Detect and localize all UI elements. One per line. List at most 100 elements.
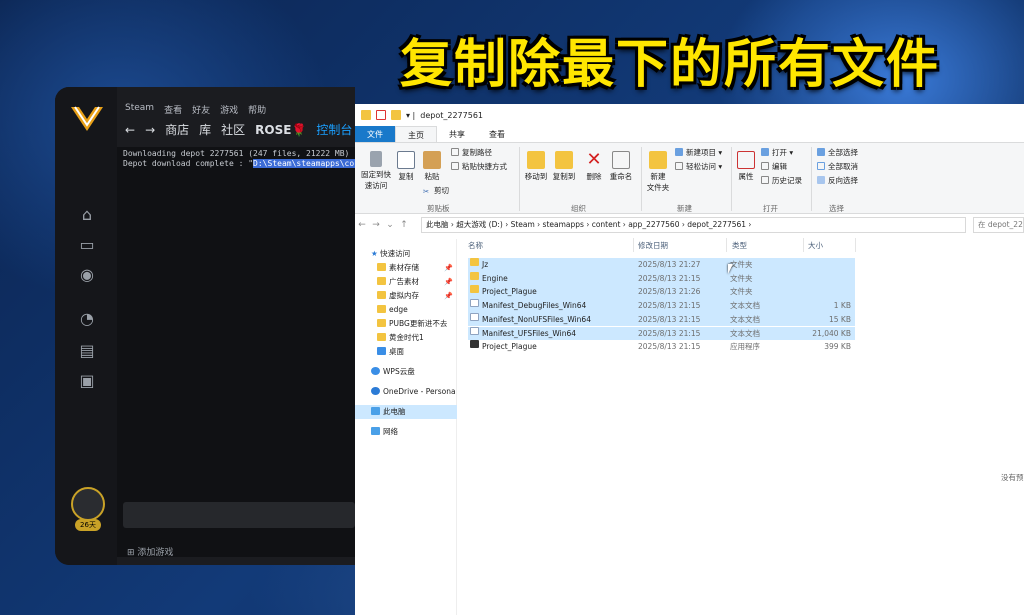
tab-view[interactable]: 查看	[477, 126, 517, 142]
folder-icon	[470, 285, 479, 294]
column-date[interactable]: 修改日期	[638, 240, 668, 251]
file-row[interactable]: Project_Plague 2025/8/13 21:26 文件夹	[468, 285, 855, 299]
column-divider[interactable]	[855, 238, 856, 252]
nav-item-network[interactable]: 网络	[355, 425, 457, 439]
forward-arrow-icon[interactable]: →	[145, 123, 155, 137]
folder-icon	[377, 291, 386, 299]
nav-item-desktop[interactable]: 桌面	[355, 345, 457, 359]
folder-icon[interactable]: ▤	[77, 341, 97, 361]
cut-button[interactable]: ✂ 剪切	[423, 185, 449, 196]
nav-item[interactable]: PUBG更新进不去	[355, 317, 457, 331]
menu-view[interactable]: 查看	[164, 103, 182, 116]
file-name: Manifest_NonUFSFiles_Win64	[482, 314, 591, 324]
console-line: Depot download complete : "D:\Steam\stea…	[123, 159, 364, 168]
invert-selection-button[interactable]: 反向选择	[817, 175, 858, 186]
forward-arrow-icon[interactable]: →	[369, 220, 383, 230]
column-type[interactable]: 类型	[732, 240, 747, 251]
nav-store[interactable]: 商店	[165, 121, 189, 138]
column-size[interactable]: 大小	[808, 240, 823, 251]
nav-item[interactable]: 虚拟内存 📌	[355, 289, 457, 303]
back-arrow-icon[interactable]: ←	[125, 123, 135, 137]
file-row[interactable]: Project_Plague 2025/8/13 21:15 应用程序 399 KB	[468, 340, 855, 354]
column-divider[interactable]	[633, 238, 634, 252]
tab-home[interactable]: 主页	[395, 126, 437, 142]
move-to-button[interactable]: 移动到	[523, 151, 549, 182]
star-icon: ★	[371, 249, 381, 258]
column-name[interactable]: 名称	[468, 240, 483, 251]
paste-button[interactable]: 粘贴	[421, 151, 443, 182]
copy-to-button[interactable]: 复制到	[551, 151, 577, 182]
rename-button[interactable]: 重命名	[607, 151, 635, 182]
application-icon	[470, 340, 479, 349]
file-name: Project_Plague	[482, 342, 537, 352]
gamepad-icon[interactable]: ◉	[77, 265, 97, 285]
new-folder-button[interactable]: 新建 文件夹	[645, 151, 671, 193]
speedometer-icon[interactable]: ◔	[77, 309, 97, 329]
new-item-button[interactable]: 新建项目 ▾	[675, 147, 722, 158]
nav-item[interactable]: 广告素材 📌	[355, 275, 457, 289]
ribbon-tabs: 文件 主页 共享 查看	[355, 126, 1024, 142]
nav-quick-access[interactable]: ★ 快速访问	[355, 247, 457, 261]
text-file-icon	[470, 299, 479, 308]
easy-access-icon	[675, 162, 683, 170]
file-row[interactable]: Jz 2025/8/13 21:27 文件夹	[468, 258, 855, 272]
delete-button[interactable]: ✕ 删除	[583, 151, 605, 182]
monitor-icon[interactable]: ▭	[77, 235, 97, 255]
new-folder-icon	[649, 151, 667, 169]
invert-selection-icon	[817, 176, 825, 184]
address-bar[interactable]: 此电脑 › 超大游戏 (D:) › Steam › steamapps › co…	[421, 217, 966, 233]
new-folder-icon[interactable]	[391, 110, 401, 120]
menu-help[interactable]: 帮助	[248, 103, 266, 116]
add-game-button[interactable]: ⊞ 添加游戏	[127, 545, 173, 558]
chevron-down-icon[interactable]: ⌄	[383, 220, 397, 230]
nav-profile[interactable]: ROSE🌹	[255, 123, 306, 137]
console-input[interactable]	[123, 502, 355, 528]
nav-item-this-pc[interactable]: 此电脑	[355, 405, 457, 419]
copy-icon	[397, 151, 415, 169]
avatar[interactable]	[71, 487, 105, 521]
back-arrow-icon[interactable]: ←	[355, 220, 369, 230]
column-divider[interactable]	[803, 238, 804, 252]
file-row[interactable]: Engine 2025/8/13 21:15 文件夹	[468, 271, 855, 286]
chevron-down-icon[interactable]: ▾ |	[406, 111, 415, 120]
search-input[interactable]: 在 depot_22	[973, 217, 1024, 233]
open-button[interactable]: 打开 ▾	[761, 147, 793, 158]
menu-friends[interactable]: 好友	[192, 103, 210, 116]
nav-item[interactable]: edge	[355, 303, 457, 317]
tab-file[interactable]: 文件	[355, 126, 395, 142]
gift-icon[interactable]: ▣	[77, 371, 97, 391]
tab-share[interactable]: 共享	[437, 126, 477, 142]
paste-shortcut-button[interactable]: 粘贴快捷方式	[451, 161, 507, 172]
nav-item[interactable]: 素材存储 📌	[355, 261, 457, 275]
file-row[interactable]: Manifest_NonUFSFiles_Win64 2025/8/13 21:1…	[468, 312, 855, 327]
game-launcher-window: ⌂ ▭ ◉ ◔ ▤ ▣ 26天 Steam 查看 好友 游戏 帮助 ← → 商店…	[55, 87, 369, 565]
nav-item-onedrive[interactable]: OneDrive - Persona	[355, 385, 457, 399]
group-divider	[811, 147, 812, 211]
home-icon[interactable]: ⌂	[77, 205, 97, 225]
file-row[interactable]: Manifest_UFSFiles_Win64 2025/8/13 21:15 文本…	[468, 326, 855, 340]
menu-games[interactable]: 游戏	[220, 103, 238, 116]
nav-community[interactable]: 社区	[221, 121, 245, 138]
nav-item-wps[interactable]: WPS云盘	[355, 365, 457, 379]
column-divider[interactable]	[726, 238, 727, 252]
up-arrow-icon[interactable]: ↑	[397, 220, 411, 230]
select-none-button[interactable]: 全部取消	[817, 161, 858, 172]
nav-console[interactable]: 控制台	[316, 121, 352, 138]
edit-button[interactable]: 编辑	[761, 161, 787, 172]
menu-steam[interactable]: Steam	[125, 103, 154, 116]
properties-button[interactable]: 属性	[735, 151, 757, 182]
history-button[interactable]: 历史记录	[761, 175, 802, 186]
copy-button[interactable]: 复制	[395, 151, 417, 182]
easy-access-button[interactable]: 轻松访问 ▾	[675, 161, 722, 172]
paste-shortcut-icon	[451, 162, 459, 170]
file-row[interactable]: Manifest_DebugFiles_Win64 2025/8/13 21:15…	[468, 299, 855, 313]
nav-item[interactable]: 黄金时代1	[355, 331, 457, 345]
copy-path-button[interactable]: 复制路径	[451, 147, 492, 158]
address-bar-row: ← → ⌄ ↑ 此电脑 › 超大游戏 (D:) › Steam › steama…	[355, 214, 1024, 236]
preview-pane-message: 没有预	[1001, 473, 1024, 482]
nav-library[interactable]: 库	[199, 121, 211, 138]
pin-quick-access-button[interactable]: 固定到快 速访问	[359, 151, 393, 191]
properties-icon[interactable]	[376, 110, 386, 120]
select-all-button[interactable]: 全部选择	[817, 147, 858, 158]
steam-nav: ← → 商店 库 社区 ROSE🌹 控制台	[125, 121, 352, 138]
